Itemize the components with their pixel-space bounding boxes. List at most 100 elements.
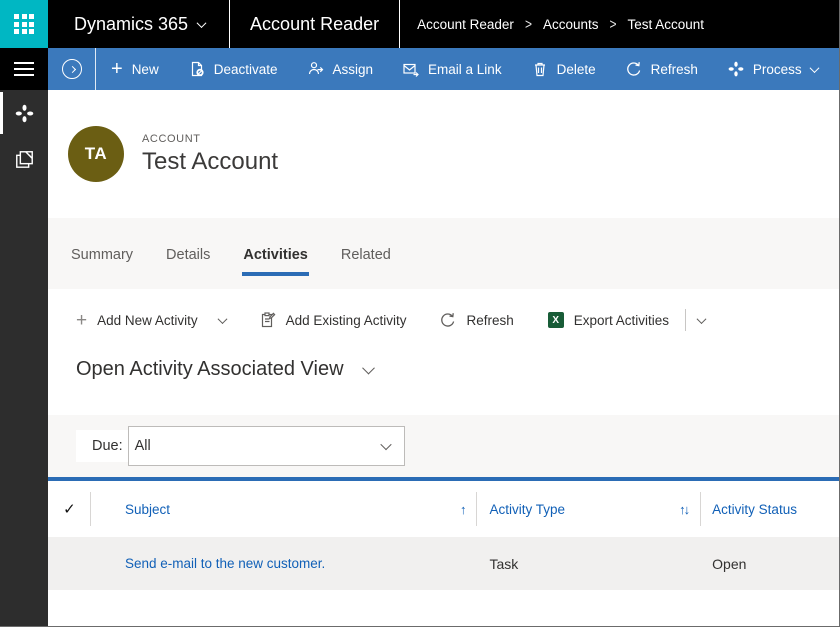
grid-header-row: ✓ Subject ↑ Activity Type ↑↓ Activi [48, 481, 839, 537]
assign-button-label: Assign [333, 62, 374, 77]
main-content: TA ACCOUNT Test Account Summary Details … [48, 90, 839, 626]
due-filter-label: Due: [76, 430, 128, 462]
site-map-toggle-button[interactable] [0, 48, 48, 90]
process-button[interactable]: Process [713, 48, 833, 90]
row-subject-cell: Send e-mail to the new customer. [91, 556, 478, 571]
deactivate-button[interactable]: Deactivate [174, 48, 293, 90]
expand-command-bar-button[interactable] [62, 59, 82, 79]
app-launcher-button[interactable] [0, 0, 48, 48]
clipboard-edit-icon [260, 312, 276, 328]
chevron-down-icon [380, 439, 391, 450]
grid-refresh-label: Refresh [466, 313, 513, 328]
activity-type-header-label: Activity Type [489, 502, 565, 517]
toolbar-divider [685, 309, 686, 331]
hamburger-icon [14, 62, 34, 76]
command-bar: + New Deactivate Assign [48, 48, 839, 90]
process-button-label: Process [753, 62, 802, 77]
delete-button-label: Delete [557, 62, 596, 77]
sort-both-icon: ↑↓ [679, 502, 688, 517]
sidebar-item-process-settings[interactable] [0, 90, 48, 136]
tab-strip: Summary Details Activities Related [48, 218, 839, 289]
assign-button[interactable]: Assign [293, 48, 389, 90]
add-existing-activity-label: Add Existing Activity [286, 313, 407, 328]
tab-summary[interactable]: Summary [70, 241, 134, 276]
deactivate-icon [189, 61, 205, 77]
activities-grid: ✓ Subject ↑ Activity Type ↑↓ Activi [48, 477, 839, 626]
dynamics-365-window: Dynamics 365 Account Reader Account Read… [0, 0, 840, 627]
breadcrumb-record[interactable]: Test Account [628, 17, 705, 32]
breadcrumb-app[interactable]: Account Reader [417, 17, 514, 32]
export-activities-button[interactable]: X Export Activities [548, 312, 669, 328]
view-selector-label: Open Activity Associated View [76, 358, 344, 381]
email-link-icon [403, 61, 419, 77]
chevron-down-icon [809, 63, 819, 73]
activities-toolbar-band: + Add New Activity Add Existing Activity [48, 289, 839, 415]
column-header-subject[interactable]: Subject ↑ [91, 481, 478, 537]
toolbar-overflow-button[interactable] [698, 317, 705, 324]
new-button[interactable]: + New [96, 48, 174, 90]
delete-icon [532, 61, 548, 77]
recent-pages-icon [15, 150, 34, 169]
add-new-activity-button[interactable]: + Add New Activity [76, 313, 226, 328]
sort-ascending-icon: ↑ [460, 502, 465, 517]
chevron-down-icon [698, 317, 705, 324]
plus-icon: + [111, 62, 123, 76]
chevron-down-icon [219, 317, 226, 324]
column-header-activity-type[interactable]: Activity Type ↑↓ [477, 481, 701, 537]
row-activity-type-cell: Task [477, 556, 701, 572]
process-icon [728, 61, 744, 77]
breadcrumb: Account Reader > Accounts > Test Account [400, 0, 704, 48]
activity-status-header-label: Activity Status [712, 502, 797, 517]
app-name[interactable]: Account Reader [230, 0, 399, 48]
site-map-sidebar [0, 90, 48, 626]
entity-type-label: ACCOUNT [142, 133, 278, 145]
refresh-button[interactable]: Refresh [611, 48, 713, 90]
avatar: TA [68, 126, 124, 182]
email-a-link-button-label: Email a Link [428, 62, 502, 77]
grid-refresh-button[interactable]: Refresh [440, 312, 513, 328]
chevron-right-icon [68, 65, 75, 72]
refresh-icon [626, 61, 642, 77]
page-shell: TA ACCOUNT Test Account Summary Details … [0, 90, 839, 626]
deactivate-button-label: Deactivate [214, 62, 278, 77]
assign-icon [308, 61, 324, 77]
due-filter-value: All [135, 438, 151, 454]
chevron-down-icon [197, 18, 207, 28]
column-header-activity-status[interactable]: Activity Status [701, 481, 839, 537]
top-navigation-bar: Dynamics 365 Account Reader Account Read… [0, 0, 839, 48]
plus-icon: + [76, 313, 87, 328]
page-title: Test Account [142, 148, 278, 176]
delete-button[interactable]: Delete [517, 48, 611, 90]
tab-related[interactable]: Related [340, 241, 392, 276]
subject-header-label: Subject [125, 502, 170, 517]
sidebar-item-recent[interactable] [0, 136, 48, 182]
tab-details[interactable]: Details [165, 241, 211, 276]
product-switcher[interactable]: Dynamics 365 [48, 0, 229, 48]
checkmark-icon: ✓ [63, 500, 76, 518]
breadcrumb-separator: > [609, 15, 616, 33]
excel-icon: X [548, 312, 564, 328]
product-name: Dynamics 365 [74, 14, 188, 35]
table-row[interactable]: Send e-mail to the new customer. Task Op… [48, 537, 839, 590]
email-a-link-button[interactable]: Email a Link [388, 48, 517, 90]
tab-activities[interactable]: Activities [242, 241, 308, 276]
waffle-icon [14, 14, 34, 34]
refresh-icon [440, 312, 456, 328]
add-existing-activity-button[interactable]: Add Existing Activity [260, 312, 407, 328]
new-button-label: New [132, 62, 159, 77]
command-bar-row: + New Deactivate Assign [0, 48, 839, 90]
row-activity-status-cell: Open [701, 556, 839, 572]
grid-toolbar: + Add New Activity Add Existing Activity [76, 303, 839, 337]
select-all-checkbox[interactable]: ✓ [48, 481, 91, 537]
export-activities-label: Export Activities [574, 313, 669, 328]
record-header: TA ACCOUNT Test Account [48, 90, 839, 218]
breadcrumb-entity[interactable]: Accounts [543, 17, 599, 32]
due-filter-select[interactable]: All [128, 426, 405, 466]
add-new-activity-label: Add New Activity [97, 313, 198, 328]
filter-band: Due: All [48, 415, 839, 477]
breadcrumb-separator: > [525, 15, 532, 33]
activity-subject-link[interactable]: Send e-mail to the new customer. [125, 556, 325, 571]
view-selector[interactable]: Open Activity Associated View [76, 358, 839, 381]
refresh-button-label: Refresh [651, 62, 698, 77]
pinwheel-icon [15, 104, 34, 123]
